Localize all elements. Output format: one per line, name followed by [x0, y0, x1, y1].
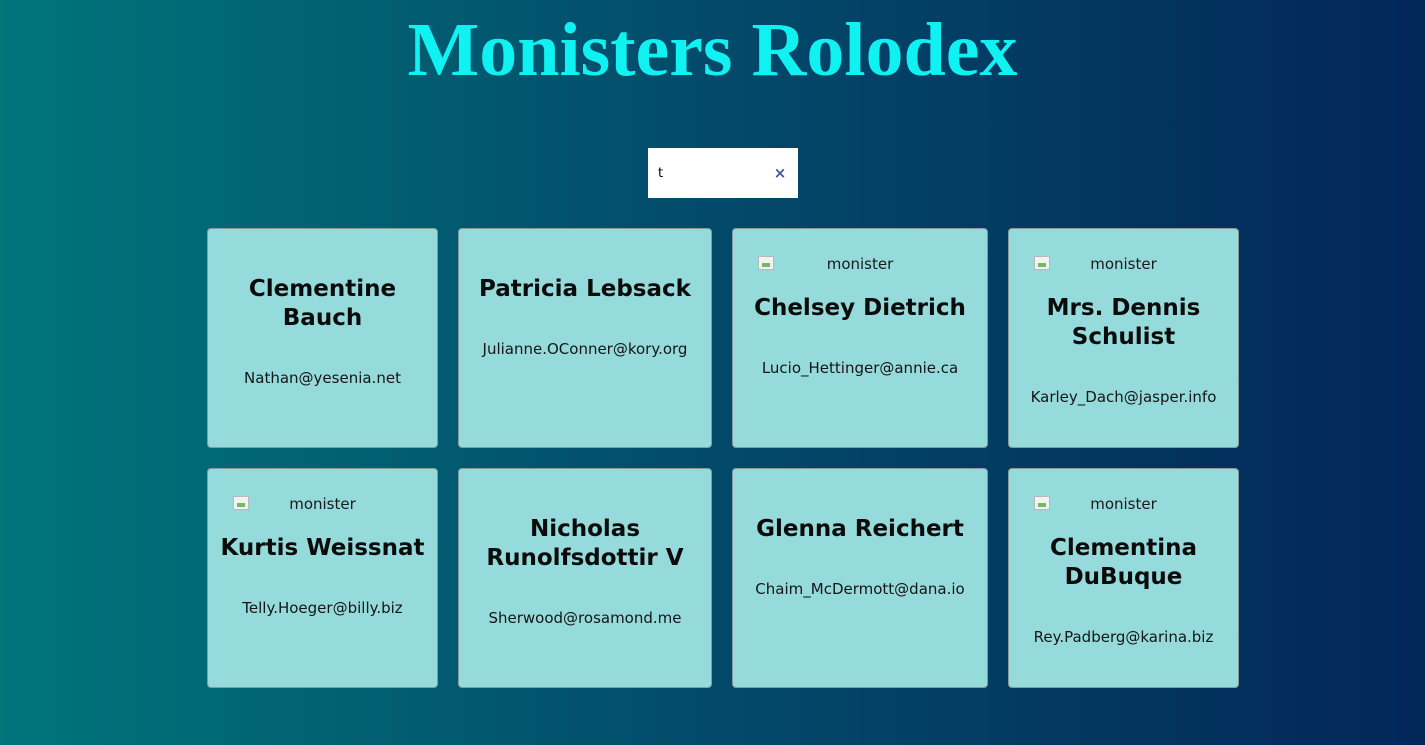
- monster-image-alt: monister: [1090, 495, 1157, 513]
- broken-image-icon: [1034, 496, 1050, 510]
- monster-email: Lucio_Hettinger@annie.ca: [761, 359, 959, 377]
- clear-search-icon[interactable]: ×: [772, 164, 788, 182]
- monster-email: Karley_Dach@jasper.info: [1030, 388, 1217, 406]
- monster-card[interactable]: Nicholas Runolfsdottir V Sherwood@rosamo…: [458, 468, 712, 688]
- broken-image-icon: [233, 496, 249, 510]
- monster-name: Glenna Reichert: [756, 516, 964, 542]
- monster-name: Chelsey Dietrich: [754, 295, 966, 321]
- monster-name: Clementine Bauch: [248, 276, 397, 331]
- monster-name: Patricia Lebsack: [479, 276, 691, 302]
- monster-card[interactable]: Glenna Reichert Chaim_McDermott@dana.io: [732, 468, 988, 688]
- monster-card[interactable]: monister Chelsey Dietrich Lucio_Hettinge…: [732, 228, 988, 448]
- broken-image-icon: [1034, 256, 1050, 270]
- broken-image-icon: [758, 256, 774, 270]
- monster-card[interactable]: monister Mrs. Dennis Schulist Karley_Dac…: [1008, 228, 1239, 448]
- page-title: Monisters Rolodex: [407, 8, 1018, 92]
- monster-image-alt: monister: [1090, 255, 1157, 273]
- monster-image: monister: [758, 255, 962, 273]
- monster-email: Nathan@yesenia.net: [244, 369, 401, 387]
- monster-name: Nicholas Runolfsdottir V: [486, 516, 684, 571]
- monster-card[interactable]: Clementine Bauch Nathan@yesenia.net: [207, 228, 438, 448]
- monster-email: Chaim_McDermott@dana.io: [755, 580, 965, 598]
- monster-image: monister: [233, 495, 412, 513]
- monster-email: Rey.Padberg@karina.biz: [1033, 628, 1214, 646]
- monster-name: Mrs. Dennis Schulist: [1046, 295, 1201, 350]
- monster-card[interactable]: monister Kurtis Weissnat Telly.Hoeger@bi…: [207, 468, 438, 688]
- monster-email: Sherwood@rosamond.me: [488, 609, 682, 627]
- monster-image-alt: monister: [289, 495, 356, 513]
- monster-image-alt: monister: [826, 255, 894, 273]
- monster-card[interactable]: Patricia Lebsack Julianne.OConner@kory.o…: [458, 228, 712, 448]
- monster-image: monister: [1034, 495, 1213, 513]
- monster-name: Clementina DuBuque: [1049, 535, 1198, 590]
- monster-card[interactable]: monister Clementina DuBuque Rey.Padberg@…: [1008, 468, 1239, 688]
- monster-name: Kurtis Weissnat: [220, 535, 425, 561]
- monster-email: Telly.Hoeger@billy.biz: [242, 599, 403, 617]
- monster-image: monister: [1034, 255, 1213, 273]
- monster-email: Julianne.OConner@kory.org: [482, 340, 688, 358]
